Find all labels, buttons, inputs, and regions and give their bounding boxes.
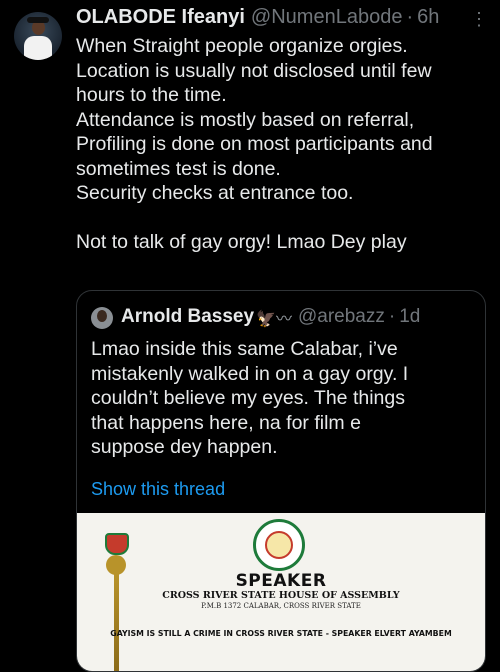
quoted-media-image[interactable]: SPEAKER CROSS RIVER STATE HOUSE OF ASSEM… bbox=[77, 513, 485, 671]
avatar-figure-hat bbox=[27, 17, 49, 23]
quoted-author-avatar bbox=[91, 307, 113, 329]
author-name[interactable]: OLABODE Ifeanyi bbox=[76, 6, 245, 29]
more-options-icon[interactable]: ⋮ bbox=[470, 10, 488, 28]
tweet-line: hours to the time. bbox=[76, 84, 227, 106]
image-title: SPEAKER bbox=[235, 571, 327, 591]
quoted-author-handle: @arebazz bbox=[297, 306, 385, 327]
assembly-seal-icon bbox=[253, 519, 305, 571]
quoted-avatar-face bbox=[97, 310, 107, 322]
show-thread-link[interactable]: Show this thread bbox=[91, 479, 225, 500]
quoted-line: mistakenly walked in on a gay orgy. I bbox=[91, 362, 409, 385]
quoted-line: Lmao inside this same Calabar, i’ve bbox=[91, 338, 398, 360]
image-caption: GAYISM IS STILL A CRIME IN CROSS RIVER S… bbox=[110, 629, 452, 638]
tweet-header: OLABODE Ifeanyi @NumenLabode · 6h bbox=[76, 6, 486, 32]
tweet-line: Location is usually not disclosed until … bbox=[76, 59, 432, 82]
tweet-timestamp[interactable]: 6h bbox=[417, 6, 439, 29]
eagle-emoji-icon: 🦅〰 bbox=[256, 311, 292, 328]
tweet-blank-line bbox=[76, 206, 491, 231]
tweet-line: Security checks at entrance too. bbox=[76, 182, 354, 204]
image-address: P.M.B 1372 CALABAR, CROSS RIVER STATE bbox=[201, 602, 361, 610]
image-subtitle: CROSS RIVER STATE HOUSE OF ASSEMBLY bbox=[162, 590, 400, 601]
quoted-tweet-text: Lmao inside this same Calabar, i’ve mist… bbox=[91, 337, 469, 460]
quoted-line: couldn’t believe my eyes. The things bbox=[91, 387, 405, 409]
quoted-tweet-card[interactable]: Arnold Bassey 🦅〰 @arebazz · 1d Lmao insi… bbox=[76, 290, 486, 672]
quoted-line: that happens here, na for film e bbox=[91, 411, 361, 434]
quoted-line: suppose dey happen. bbox=[91, 436, 278, 458]
quoted-author-name: Arnold Bassey bbox=[121, 306, 255, 327]
tweet-line: Profiling is done on most participants a… bbox=[76, 133, 433, 155]
quoted-timestamp: 1d bbox=[399, 306, 421, 327]
tweet-line: When Straight people organize orgies. bbox=[76, 35, 408, 57]
tweet-text: When Straight people organize orgies. Lo… bbox=[76, 34, 491, 255]
tweet-line: Not to talk of gay orgy! Lmao Dey play bbox=[76, 231, 407, 253]
quoted-header-separator: · bbox=[388, 306, 396, 327]
avatar-figure-body bbox=[24, 36, 52, 60]
coat-of-arms-icon bbox=[105, 533, 129, 555]
header-separator: · bbox=[406, 6, 414, 28]
tweet-line: Attendance is mostly based on referral, bbox=[76, 108, 415, 131]
quoted-tweet-header: Arnold Bassey 🦅〰 @arebazz · 1d bbox=[121, 305, 420, 329]
tweet-line: sometimes test is done. bbox=[76, 157, 281, 180]
seal-center bbox=[265, 531, 293, 559]
author-avatar[interactable] bbox=[14, 12, 62, 60]
author-handle[interactable]: @NumenLabode bbox=[251, 6, 403, 29]
